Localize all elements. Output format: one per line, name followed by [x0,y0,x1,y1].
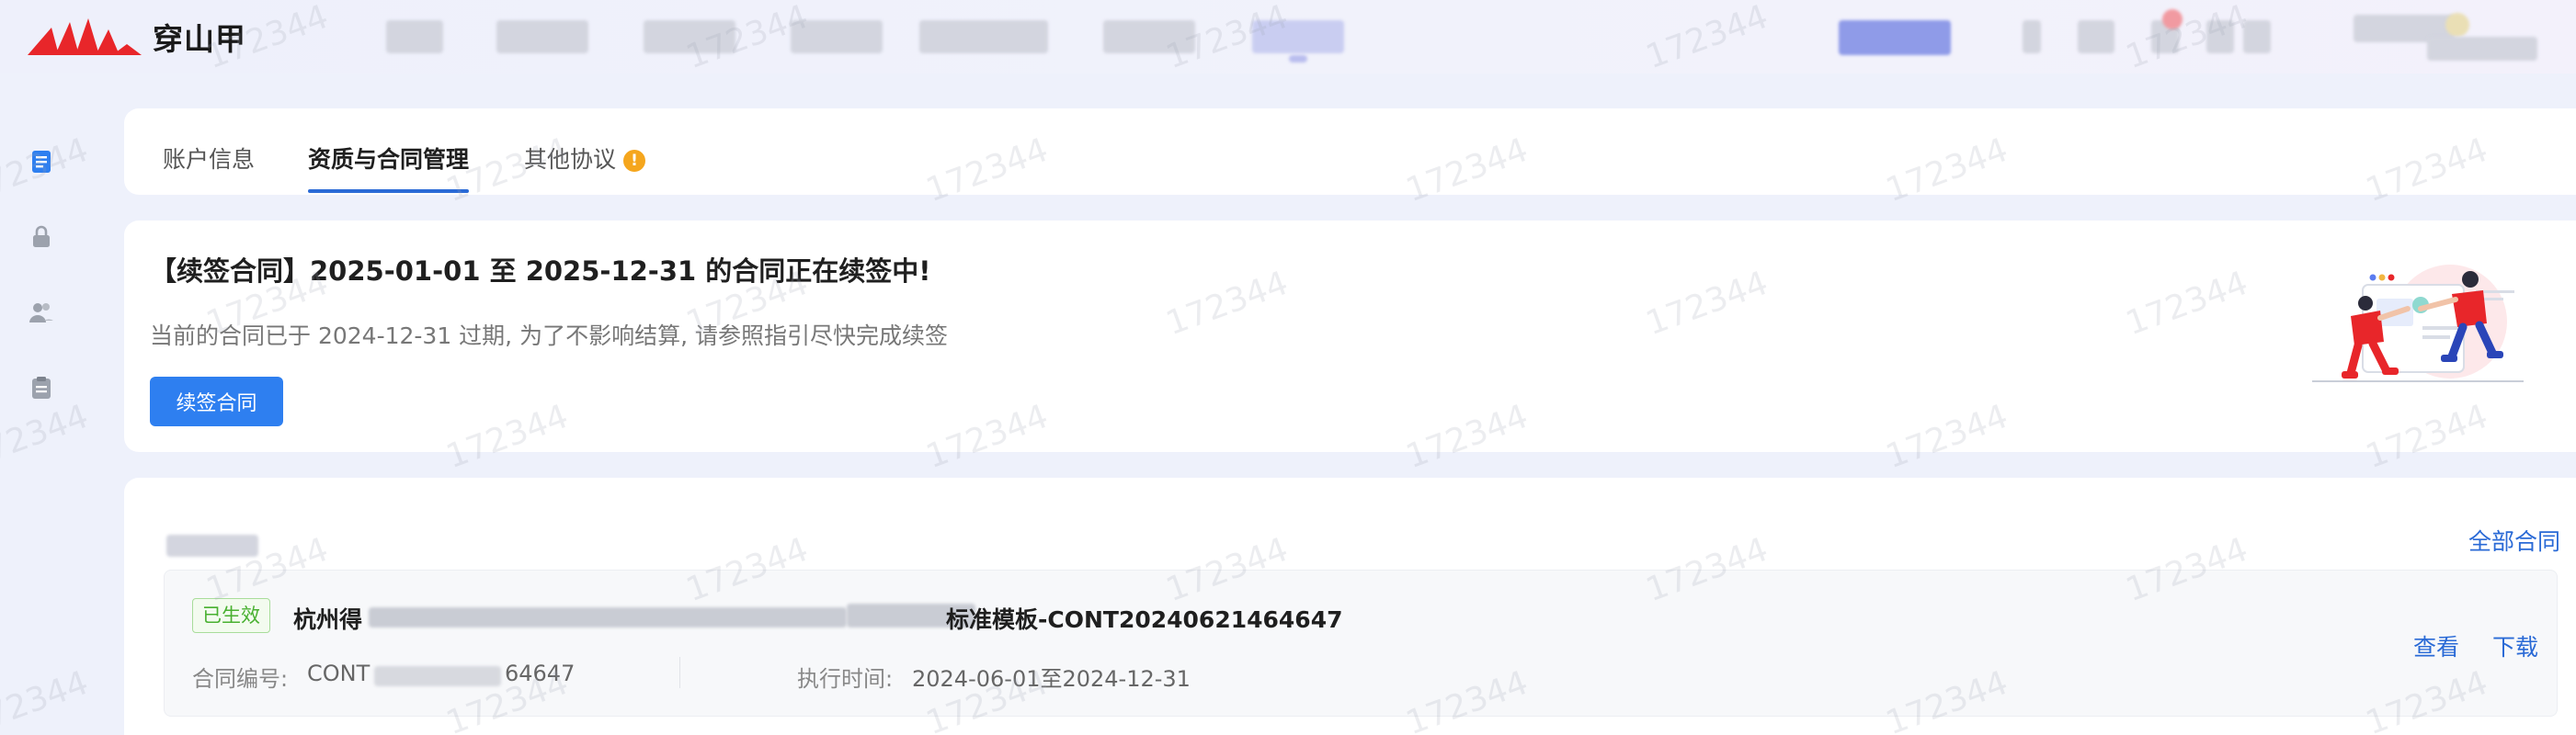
nav-item[interactable] [1103,20,1195,53]
logo-text: 穿山甲 [153,21,246,57]
sidebar-item-documents[interactable] [28,149,54,175]
contract-number-label: 合同编号: [192,666,289,692]
notification-badge [2162,9,2183,29]
user-avatar-badge [2445,13,2469,37]
header-icon[interactable] [2243,20,2271,53]
top-bar: 穿山甲 [0,0,2576,74]
warning-icon: ! [623,150,646,172]
sidebar [0,74,83,735]
sidebar-item-security[interactable] [28,224,54,250]
logo[interactable]: 穿山甲 [28,15,246,59]
sidebar-item-records[interactable] [28,375,54,401]
tab-qualification-contracts[interactable]: 资质与合同管理 [308,141,470,195]
header-action-button[interactable] [1839,20,1951,55]
nav-item[interactable] [644,20,735,53]
nav-item[interactable] [386,20,443,53]
execution-period-label: 执行时间: [797,666,894,692]
all-contracts-link[interactable]: 全部合同 [2468,524,2560,557]
contract-name: 杭州得 [293,606,363,633]
nav-item[interactable] [791,20,883,53]
redacted-number [374,666,501,686]
tab-label: 资质与合同管理 [308,146,470,173]
nav-item[interactable] [919,20,1048,53]
lock-icon [33,225,50,247]
renewal-description: 当前的合同已于 2024-12-31 过期, 为了不影响结算, 请参照指引尽快完… [150,322,948,349]
tab-other-agreements[interactable]: 其他协议! [524,141,646,195]
sidebar-item-users[interactable] [28,300,54,325]
execution-period-value: 2024-06-01至2024-12-31 [912,666,1191,692]
handshake-illustration [2312,265,2524,382]
status-badge: 已生效 [192,598,270,633]
document-icon [32,151,51,173]
tab-label: 账户信息 [163,146,256,173]
nav-item[interactable] [496,20,588,53]
nav-item-highlight[interactable] [1252,20,1344,53]
tabs-card: 账户信息 资质与合同管理 其他协议! [124,108,2576,195]
tab-account-info[interactable]: 账户信息 [163,141,255,195]
user-name[interactable] [2427,37,2537,61]
renew-contract-button[interactable]: 续签合同 [150,377,283,426]
renewal-title: 【续签合同】2025-01-01 至 2025-12-31 的合同正在续签中! [150,255,931,287]
redacted-name [369,607,847,628]
header-icon[interactable] [2078,20,2114,53]
header-icon[interactable] [2206,20,2234,53]
view-contract-link[interactable]: 查看 [2413,629,2459,662]
contract-template-name: 标准模板-CONT20240621464647 [946,606,1343,633]
contracts-card: 全部合同 已生效 杭州得 标准模板-CONT20240621464647 合同编… [124,478,2576,735]
renewal-notice-card: 【续签合同】2025-01-01 至 2025-12-31 的合同正在续签中! … [124,220,2576,452]
clipboard-icon [32,377,51,399]
header-icon[interactable] [2023,20,2041,53]
users-icon [29,303,53,322]
contract-item: 已生效 杭州得 标准模板-CONT20240621464647 合同编号: CO… [164,570,2558,717]
download-contract-link[interactable]: 下载 [2492,629,2538,662]
divider [679,657,680,688]
contract-number-suffix: 64647 [505,661,576,686]
tab-label: 其他协议 [524,146,617,173]
contract-number-prefix: CONT [307,661,370,686]
pangolin-logo-icon [28,18,142,55]
section-title [166,535,258,557]
nav-item-underline [1289,55,1307,62]
